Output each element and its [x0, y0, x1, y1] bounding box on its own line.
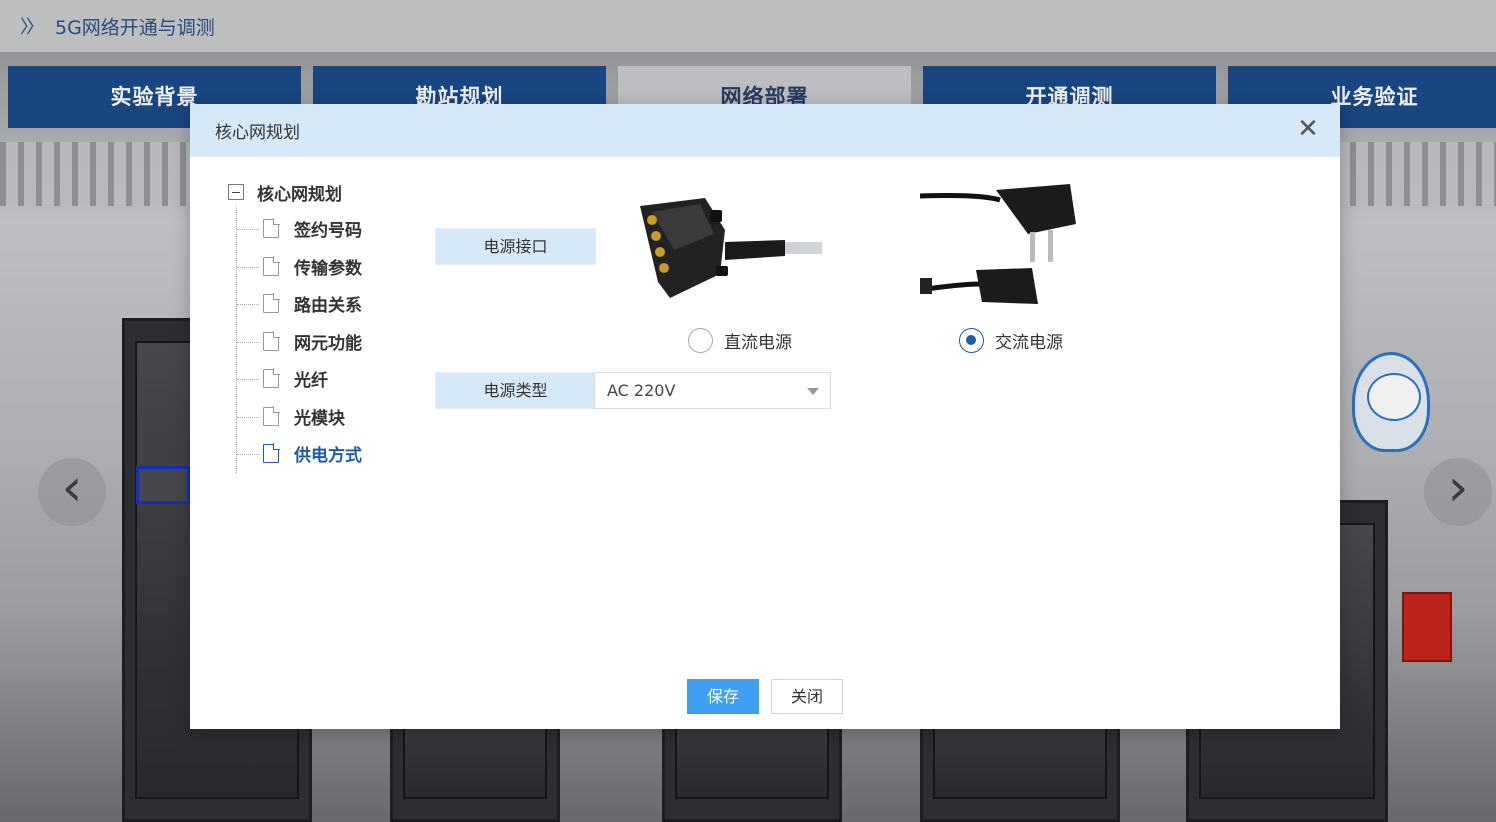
- save-button[interactable]: 保存: [687, 679, 759, 714]
- document-icon: [263, 218, 280, 239]
- close-button[interactable]: 关闭: [771, 679, 843, 714]
- tree-children: 签约号码 传输参数 路由关系 网元功能 光纤 光模块 供电方式: [236, 206, 362, 473]
- document-icon: [263, 443, 280, 464]
- tree-item-routing[interactable]: 路由关系: [237, 285, 362, 323]
- ac-power-radio[interactable]: [959, 328, 984, 353]
- power-interface-label: 电源接口: [435, 228, 596, 265]
- document-icon: [263, 293, 280, 314]
- document-icon: [263, 368, 280, 389]
- power-type-value: AC 220V: [607, 381, 676, 400]
- core-network-dialog: 核心网规划 ✕ 核心网规划 签约号码 传输参数 路由关系 网元功能 光纤 光模块…: [190, 104, 1340, 729]
- dc-power-radio[interactable]: [688, 328, 713, 353]
- dialog-title: 核心网规划: [215, 123, 300, 143]
- dialog-header: 核心网规划 ✕: [190, 104, 1340, 157]
- power-type-label: 电源类型: [435, 372, 596, 409]
- ac-power-label: 交流电源: [995, 333, 1063, 353]
- dc-power-label: 直流电源: [724, 333, 792, 353]
- document-icon: [263, 255, 280, 276]
- document-icon: [263, 330, 280, 351]
- tree-item-subscription[interactable]: 签约号码: [237, 210, 362, 248]
- collapse-minus-icon[interactable]: [228, 184, 244, 200]
- ac-power-cord-image: [920, 184, 1076, 304]
- tree-item-ne-function[interactable]: 网元功能: [237, 323, 362, 361]
- tree-root[interactable]: 核心网规划: [228, 178, 362, 206]
- dropdown-caret-icon[interactable]: [807, 388, 819, 395]
- tree-root-label: 核心网规划: [257, 184, 342, 205]
- ac-power-option[interactable]: 交流电源: [959, 328, 1063, 353]
- tree-item-fiber[interactable]: 光纤: [237, 360, 362, 398]
- config-tree: 核心网规划 签约号码 传输参数 路由关系 网元功能 光纤 光模块 供电方式: [228, 178, 362, 473]
- dc-connector-image: [640, 198, 822, 298]
- tree-item-optical-module[interactable]: 光模块: [237, 398, 362, 436]
- tree-item-transport[interactable]: 传输参数: [237, 248, 362, 286]
- power-type-select[interactable]: AC 220V: [594, 372, 831, 409]
- tree-item-power-supply[interactable]: 供电方式: [237, 435, 362, 473]
- document-icon: [263, 405, 280, 426]
- close-icon[interactable]: ✕: [1296, 116, 1320, 142]
- dc-power-option[interactable]: 直流电源: [688, 328, 792, 353]
